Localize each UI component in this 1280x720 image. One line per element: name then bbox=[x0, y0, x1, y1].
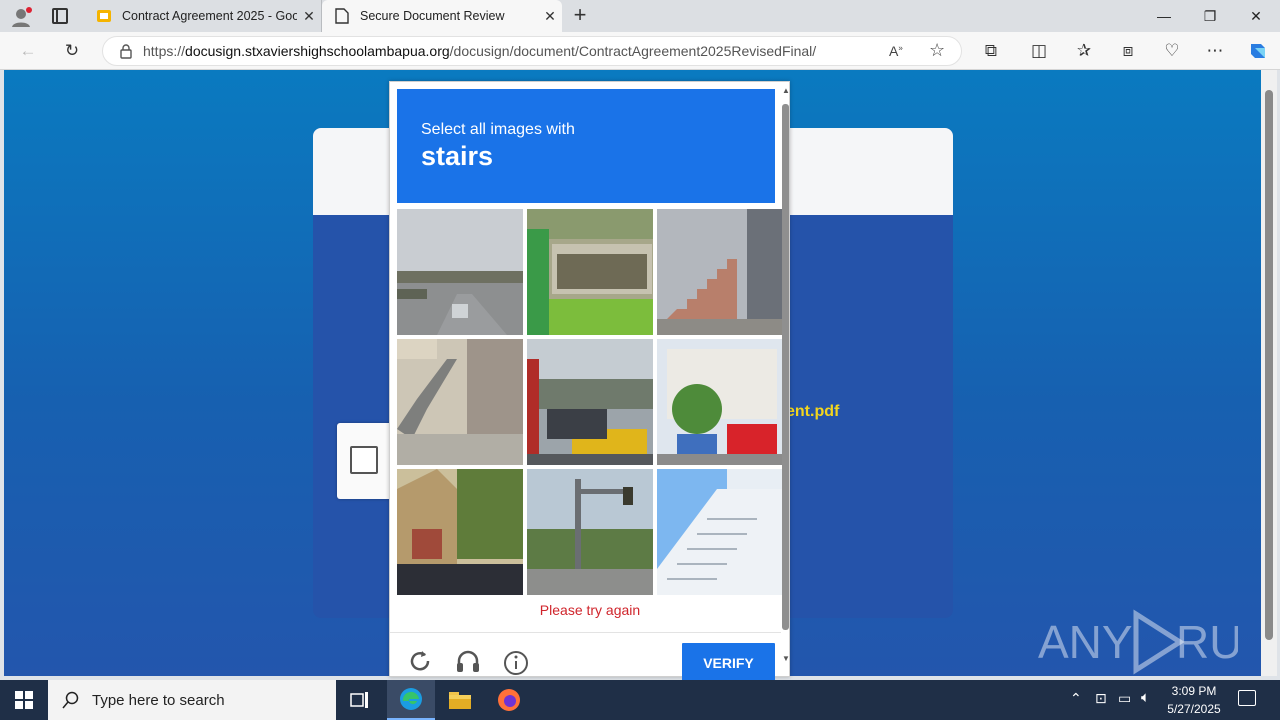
minimize-icon[interactable]: — bbox=[1141, 0, 1187, 32]
info-icon[interactable] bbox=[502, 647, 530, 675]
captcha-challenge: Select all images with stairs Please try… bbox=[389, 81, 790, 683]
taskbar: Type here to search ⌃ ⊡ ▭ 🔈︎ 3:09 PM 5/2… bbox=[0, 680, 1280, 720]
url-domain: docusign.stxaviershighschoolambapua.org bbox=[185, 43, 450, 59]
captcha-tile[interactable] bbox=[527, 209, 653, 335]
captcha-target: stairs bbox=[421, 141, 494, 171]
favorite-star-icon[interactable]: ☆ bbox=[929, 40, 945, 61]
browser-essentials-icon[interactable]: ♡ bbox=[1159, 39, 1185, 63]
search-placeholder: Type here to search bbox=[92, 691, 225, 709]
windows-start-icon[interactable] bbox=[0, 680, 48, 720]
captcha-tile[interactable] bbox=[657, 339, 783, 465]
lock-icon[interactable] bbox=[119, 43, 133, 59]
more-menu-icon[interactable]: ⋯ bbox=[1202, 39, 1228, 63]
edge-taskbar-icon[interactable] bbox=[387, 680, 435, 720]
taskbar-search[interactable]: Type here to search bbox=[48, 680, 336, 720]
captcha-header: Select all images with stairs bbox=[397, 89, 775, 203]
restore-icon[interactable]: ❐ bbox=[1187, 0, 1233, 32]
clock-time: 3:09 PM bbox=[1171, 684, 1217, 698]
captcha-tile[interactable] bbox=[527, 339, 653, 465]
address-toolbar: ← ↻ https://docusign.stxaviershighschool… bbox=[0, 32, 1280, 70]
file-explorer-icon[interactable] bbox=[436, 680, 484, 720]
search-icon bbox=[62, 691, 80, 709]
notifications-icon[interactable] bbox=[1238, 690, 1256, 706]
tab-bar: Contract Agreement 2025 - Goog ✕ Secure … bbox=[0, 0, 1280, 32]
captcha-tile[interactable] bbox=[397, 209, 523, 335]
page-scrollbar[interactable] bbox=[1261, 70, 1277, 676]
read-aloud-icon[interactable]: A» bbox=[889, 43, 903, 59]
captcha-tile[interactable] bbox=[527, 469, 653, 595]
captcha-tile[interactable] bbox=[657, 469, 783, 595]
tab-title: Secure Document Review bbox=[360, 9, 505, 23]
captcha-tile[interactable] bbox=[397, 469, 523, 595]
captcha-error: Please try again bbox=[539, 602, 641, 618]
clock-date: 5/27/2025 bbox=[1167, 702, 1221, 716]
network-icon[interactable]: ⊡ bbox=[1095, 690, 1107, 707]
not-robot-checkbox[interactable] bbox=[350, 446, 378, 474]
captcha-scrollbar[interactable]: ▲ ▼ bbox=[781, 82, 790, 678]
captcha-tile[interactable] bbox=[397, 339, 523, 465]
tab-secure-document-review[interactable]: Secure Document Review ✕ bbox=[322, 0, 562, 32]
tab-contract-agreement[interactable]: Contract Agreement 2025 - Goog ✕ bbox=[84, 0, 322, 32]
copilot-icon[interactable] bbox=[1245, 39, 1271, 63]
document-filename: ent.pdf bbox=[786, 403, 840, 420]
anyrun-watermark: ANY RUN bbox=[1038, 606, 1276, 676]
favorites-icon[interactable]: ✰ bbox=[1071, 39, 1097, 63]
tab-title: Contract Agreement 2025 - Goog bbox=[122, 9, 297, 23]
firefox-icon[interactable] bbox=[485, 680, 533, 720]
close-tab-icon[interactable]: ✕ bbox=[538, 8, 562, 25]
task-view-icon[interactable] bbox=[336, 680, 384, 720]
recaptcha-anchor bbox=[337, 423, 393, 499]
refresh-icon[interactable]: ↻ bbox=[59, 39, 85, 63]
new-tab-icon[interactable]: + bbox=[568, 4, 592, 28]
svg-text:RUN: RUN bbox=[1176, 616, 1238, 668]
profile-icon[interactable] bbox=[10, 6, 32, 28]
url-prefix: https:// bbox=[143, 43, 186, 59]
svg-text:ANY: ANY bbox=[1038, 616, 1133, 668]
address-bar[interactable]: https://docusign.stxaviershighschoolamba… bbox=[102, 36, 962, 66]
page-icon bbox=[334, 8, 350, 24]
captcha-footer: VERIFY bbox=[390, 632, 781, 683]
display-icon[interactable]: ▭ bbox=[1118, 690, 1131, 707]
captcha-tile[interactable] bbox=[657, 209, 783, 335]
split-screen-icon[interactable]: ◫ bbox=[1026, 39, 1052, 63]
volume-icon[interactable]: 🔈︎ bbox=[1141, 689, 1150, 706]
tray-chevron-icon[interactable]: ⌃ bbox=[1070, 690, 1082, 707]
url-path: /docusign/document/ContractAgreement2025… bbox=[449, 43, 817, 59]
system-clock[interactable]: 3:09 PM 5/27/2025 bbox=[1160, 682, 1228, 718]
close-tab-icon[interactable]: ✕ bbox=[297, 8, 321, 25]
back-icon[interactable]: ← bbox=[15, 39, 41, 63]
close-window-icon[interactable]: ✕ bbox=[1233, 0, 1279, 32]
captcha-instruction: Select all images with bbox=[421, 121, 575, 138]
slides-icon bbox=[96, 8, 112, 24]
tab-actions-icon[interactable] bbox=[52, 8, 68, 24]
audio-challenge-icon[interactable] bbox=[454, 647, 482, 675]
extensions-icon[interactable]: ⧉ bbox=[978, 39, 1004, 63]
collections-icon[interactable]: ⧈ bbox=[1115, 39, 1141, 63]
reload-icon[interactable] bbox=[406, 647, 434, 675]
verify-button[interactable]: VERIFY bbox=[682, 643, 775, 683]
